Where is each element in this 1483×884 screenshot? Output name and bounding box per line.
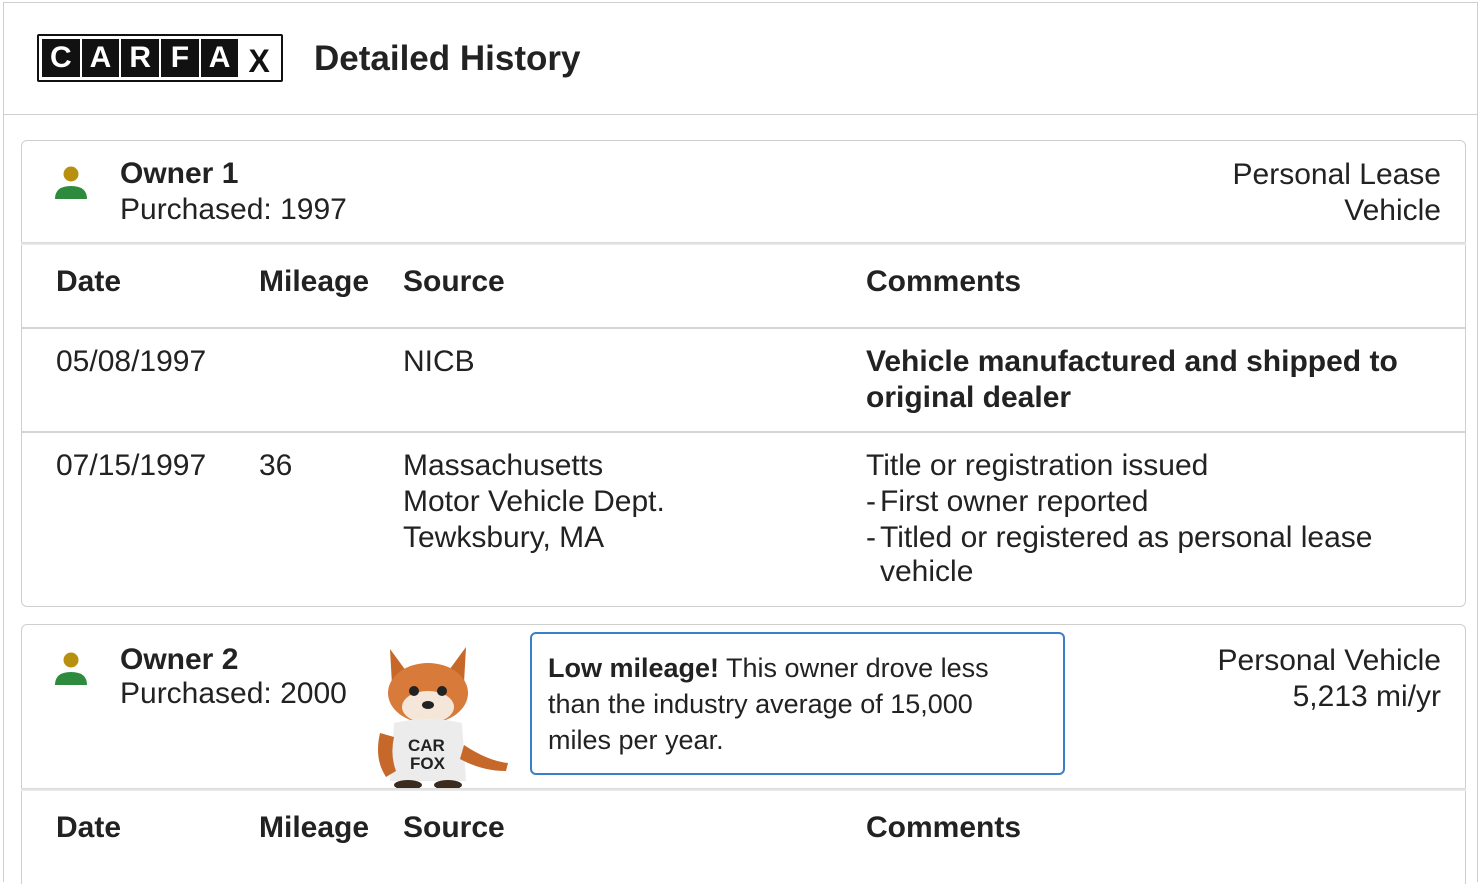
owner-name: Owner 1 (120, 157, 239, 190)
detailed-history-panel: C A R F A X Detailed History Owner 1 Pur… (3, 2, 1478, 884)
record-detail: Titled or registered as personal lease (866, 520, 1372, 556)
column-header-date: Date (56, 811, 122, 844)
column-header-comments: Comments (866, 265, 1022, 298)
column-header-comments: Comments (866, 811, 1022, 844)
callout-highlight: Low mileage! (548, 653, 720, 683)
carfox-mascot-icon: CAR FOX (378, 647, 508, 790)
record-comment-title: Vehicle manufactured and shipped to orig… (866, 345, 1398, 414)
owner-2-card: Owner 2 Purchased: 2000 CAR FOX Low mile… (21, 624, 1466, 884)
record-source: NICB (403, 345, 475, 378)
owner-name: Owner 2 (120, 643, 239, 676)
person-icon (55, 166, 87, 199)
owner-purchased: Purchased: 1997 (120, 193, 347, 226)
owner-1-header: Owner 1 Purchased: 1997 Personal Lease V… (21, 141, 1466, 245)
column-header-mileage: Mileage (259, 265, 370, 298)
record-source: Massachusetts Motor Vehicle Dept. Tewksb… (403, 449, 665, 554)
svg-text:CAR: CAR (408, 736, 445, 755)
row-divider (22, 431, 1465, 433)
svg-text:FOX: FOX (410, 754, 446, 773)
column-header-source: Source (403, 811, 505, 844)
record-date: 05/08/1997 (56, 345, 207, 378)
record-comment-title: Title or registration issued (866, 449, 1209, 482)
owner-vehicle-type: Personal Vehicle 5,213 mi/yr (1217, 644, 1441, 713)
page-title: Detailed History (314, 39, 581, 78)
column-header-date: Date (56, 265, 122, 298)
panel-header: C A R F A X Detailed History (4, 3, 1477, 115)
carfax-logo: C A R F A X (37, 34, 283, 82)
record-detail: First owner reported (866, 484, 1372, 520)
record-mileage: 36 (259, 449, 293, 482)
record-comments: Title or registration issued First owner… (866, 448, 1372, 590)
column-header-mileage: Mileage (259, 811, 370, 844)
column-header-source: Source (403, 265, 505, 298)
low-mileage-callout: Low mileage! This owner drove less than … (530, 632, 1065, 775)
owner-vehicle-type: Personal Lease Vehicle (1232, 158, 1441, 227)
person-icon (55, 652, 87, 685)
owner-2-header: Owner 2 Purchased: 2000 CAR FOX Low mile… (21, 625, 1466, 791)
row-divider (22, 327, 1465, 329)
owner-purchased: Purchased: 2000 (120, 677, 347, 710)
owner-1-card: Owner 1 Purchased: 1997 Personal Lease V… (21, 140, 1466, 607)
record-date: 07/15/1997 (56, 449, 207, 482)
record-detail-continued: vehicle (880, 555, 974, 588)
